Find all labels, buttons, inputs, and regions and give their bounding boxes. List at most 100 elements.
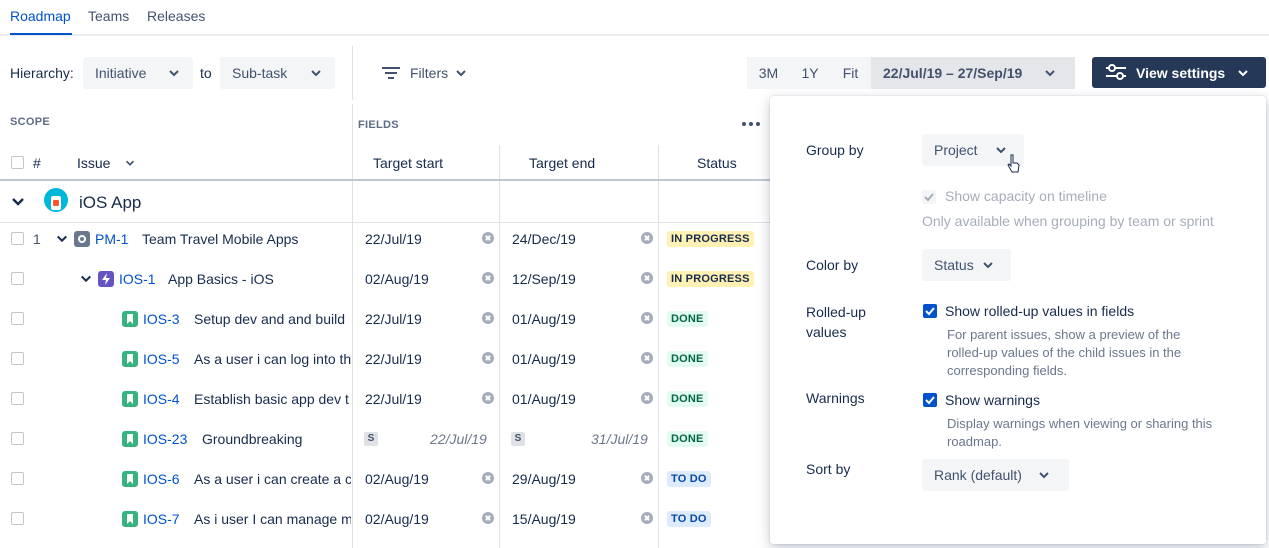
expand-chevron-icon[interactable]: [80, 273, 92, 285]
clear-date-icon[interactable]: [641, 232, 653, 244]
chevron-down-icon: [311, 70, 321, 77]
tab-releases[interactable]: Releases: [147, 8, 205, 24]
table-row[interactable]: IOS-6 As a user i can create a c 02/Aug/19…: [0, 462, 770, 502]
status-lozenge: DONE: [667, 431, 708, 447]
filters-button[interactable]: Filters: [382, 60, 478, 86]
range-1y-button[interactable]: 1Y: [790, 57, 830, 89]
issue-summary: Groundbreaking: [202, 431, 303, 447]
clear-date-icon[interactable]: [482, 512, 494, 524]
issue-key-link[interactable]: IOS-4: [143, 391, 180, 407]
date-range-select[interactable]: 22/Jul/19 – 27/Sep/19: [871, 57, 1075, 89]
story-icon: [122, 431, 138, 447]
target-end-value[interactable]: 12/Sep/19: [512, 271, 576, 287]
warnings-checkbox[interactable]: [923, 393, 937, 407]
check-icon: [925, 307, 935, 316]
target-end-value[interactable]: 29/Aug/19: [512, 471, 576, 487]
clear-date-icon[interactable]: [482, 352, 494, 364]
fields-label: FIELDS: [358, 119, 399, 131]
tab-teams[interactable]: Teams: [88, 8, 129, 24]
warnings-help-1: Display warnings when viewing or sharing…: [947, 416, 1213, 431]
target-end-value[interactable]: 15/Aug/19: [512, 511, 576, 527]
chevron-down-icon: [996, 147, 1006, 154]
target-start-value[interactable]: 02/Aug/19: [365, 271, 429, 287]
clear-date-icon[interactable]: [482, 472, 494, 484]
target-end-value[interactable]: 01/Aug/19: [512, 311, 576, 327]
clear-date-icon[interactable]: [641, 272, 653, 284]
select-all-checkbox[interactable]: [11, 156, 24, 169]
clear-date-icon[interactable]: [641, 352, 653, 364]
target-end-value[interactable]: 01/Aug/19: [512, 351, 576, 367]
clear-date-icon[interactable]: [482, 312, 494, 324]
clear-date-icon[interactable]: [482, 232, 494, 244]
row-checkbox[interactable]: [11, 272, 24, 285]
table-row[interactable]: IOS-7 As i user I can manage m 02/Aug/19 15…: [0, 502, 770, 542]
clear-date-icon[interactable]: [641, 512, 653, 524]
range-fit-button[interactable]: Fit: [830, 57, 871, 89]
issue-key-link[interactable]: PM-1: [95, 231, 128, 247]
target-start-value[interactable]: 22/Jul/19: [365, 311, 422, 327]
table-row[interactable]: IOS-1 App Basics - iOS 02/Aug/19 12/Sep/19 I…: [0, 262, 770, 302]
table-row[interactable]: IOS-5 As a user i can log into th 22/Jul/1…: [0, 342, 770, 382]
issue-key-link[interactable]: IOS-5: [143, 351, 180, 367]
status-lozenge: IN PROGRESS: [667, 271, 754, 287]
target-start-value[interactable]: 02/Aug/19: [365, 511, 429, 527]
issue-key-link[interactable]: IOS-23: [143, 431, 187, 447]
rolled-up-checkbox[interactable]: [923, 304, 937, 318]
issue-key-link[interactable]: IOS-1: [119, 271, 156, 287]
filters-label: Filters: [410, 65, 449, 81]
row-checkbox[interactable]: [11, 432, 24, 445]
target-start-value[interactable]: 02/Aug/19: [365, 471, 429, 487]
issue-key-link[interactable]: IOS-3: [143, 311, 180, 327]
table-row[interactable]: 1 PM-1 Team Travel Mobile Apps 22/Jul/19 24/…: [0, 222, 770, 262]
table-row[interactable]: IOS-4 Establish basic app dev t 22/Jul/19 0…: [0, 382, 770, 422]
expand-chevron-icon[interactable]: [56, 233, 68, 245]
view-settings-button[interactable]: View settings: [1092, 57, 1266, 88]
group-name: iOS App: [79, 193, 142, 212]
issue-key-link[interactable]: IOS-7: [143, 511, 180, 527]
capacity-checkbox[interactable]: [922, 190, 936, 204]
sort-by-select[interactable]: Rank (default): [922, 459, 1069, 491]
rolled-up-help-2: rolled-up values of the child issues in …: [947, 345, 1182, 360]
target-end-value[interactable]: 24/Dec/19: [512, 231, 576, 247]
sliders-icon: [1106, 64, 1126, 80]
table-row[interactable]: IOS-23 Groundbreaking S S 22/Jul/19 31/Jul/19…: [0, 422, 770, 462]
issue-key-link[interactable]: IOS-6: [143, 471, 180, 487]
clear-date-icon[interactable]: [641, 472, 653, 484]
clear-date-icon[interactable]: [641, 312, 653, 324]
table-row[interactable]: IOS-3 Setup dev and and build 22/Jul/19 01/…: [0, 302, 770, 342]
scope-label: SCOPE: [10, 116, 51, 128]
sort-by-value: Rank (default): [934, 467, 1022, 483]
row-checkbox[interactable]: [11, 512, 24, 525]
tab-roadmap[interactable]: Roadmap: [10, 8, 71, 24]
date-range-value: 22/Jul/19 – 27/Sep/19: [883, 65, 1023, 81]
chevron-down-icon[interactable]: [11, 195, 25, 209]
hierarchy-label: Hierarchy:: [10, 65, 74, 81]
hierarchy-to-select[interactable]: Sub-task: [220, 57, 335, 89]
hierarchy-from-select[interactable]: Initiative: [83, 57, 193, 89]
row-checkbox[interactable]: [11, 352, 24, 365]
story-icon: [122, 471, 138, 487]
target-start-value[interactable]: 22/Jul/19: [365, 391, 422, 407]
range-3m-button[interactable]: 3M: [747, 57, 790, 89]
chevron-down-icon: [169, 70, 179, 77]
clear-date-icon[interactable]: [641, 392, 653, 404]
color-by-select[interactable]: Status: [922, 249, 1011, 281]
target-end-value[interactable]: 31/Jul/19: [591, 431, 648, 447]
row-checkbox[interactable]: [11, 472, 24, 485]
target-start-value[interactable]: 22/Jul/19: [365, 231, 422, 247]
target-start-value[interactable]: 22/Jul/19: [430, 431, 487, 447]
hierarchy-to-value: Sub-task: [232, 65, 288, 81]
target-start-value[interactable]: 22/Jul/19: [365, 351, 422, 367]
target-end-value[interactable]: 01/Aug/19: [512, 391, 576, 407]
chevron-down-icon[interactable]: [124, 157, 136, 169]
header-issue[interactable]: Issue: [77, 155, 110, 171]
row-checkbox[interactable]: [11, 312, 24, 325]
chevron-down-icon: [456, 70, 466, 77]
more-options-icon[interactable]: [742, 122, 762, 128]
clear-date-icon[interactable]: [482, 392, 494, 404]
header-target-end: Target end: [529, 155, 596, 171]
status-lozenge: TO DO: [667, 471, 711, 487]
row-checkbox[interactable]: [11, 232, 24, 245]
row-checkbox[interactable]: [11, 392, 24, 405]
clear-date-icon[interactable]: [482, 272, 494, 284]
